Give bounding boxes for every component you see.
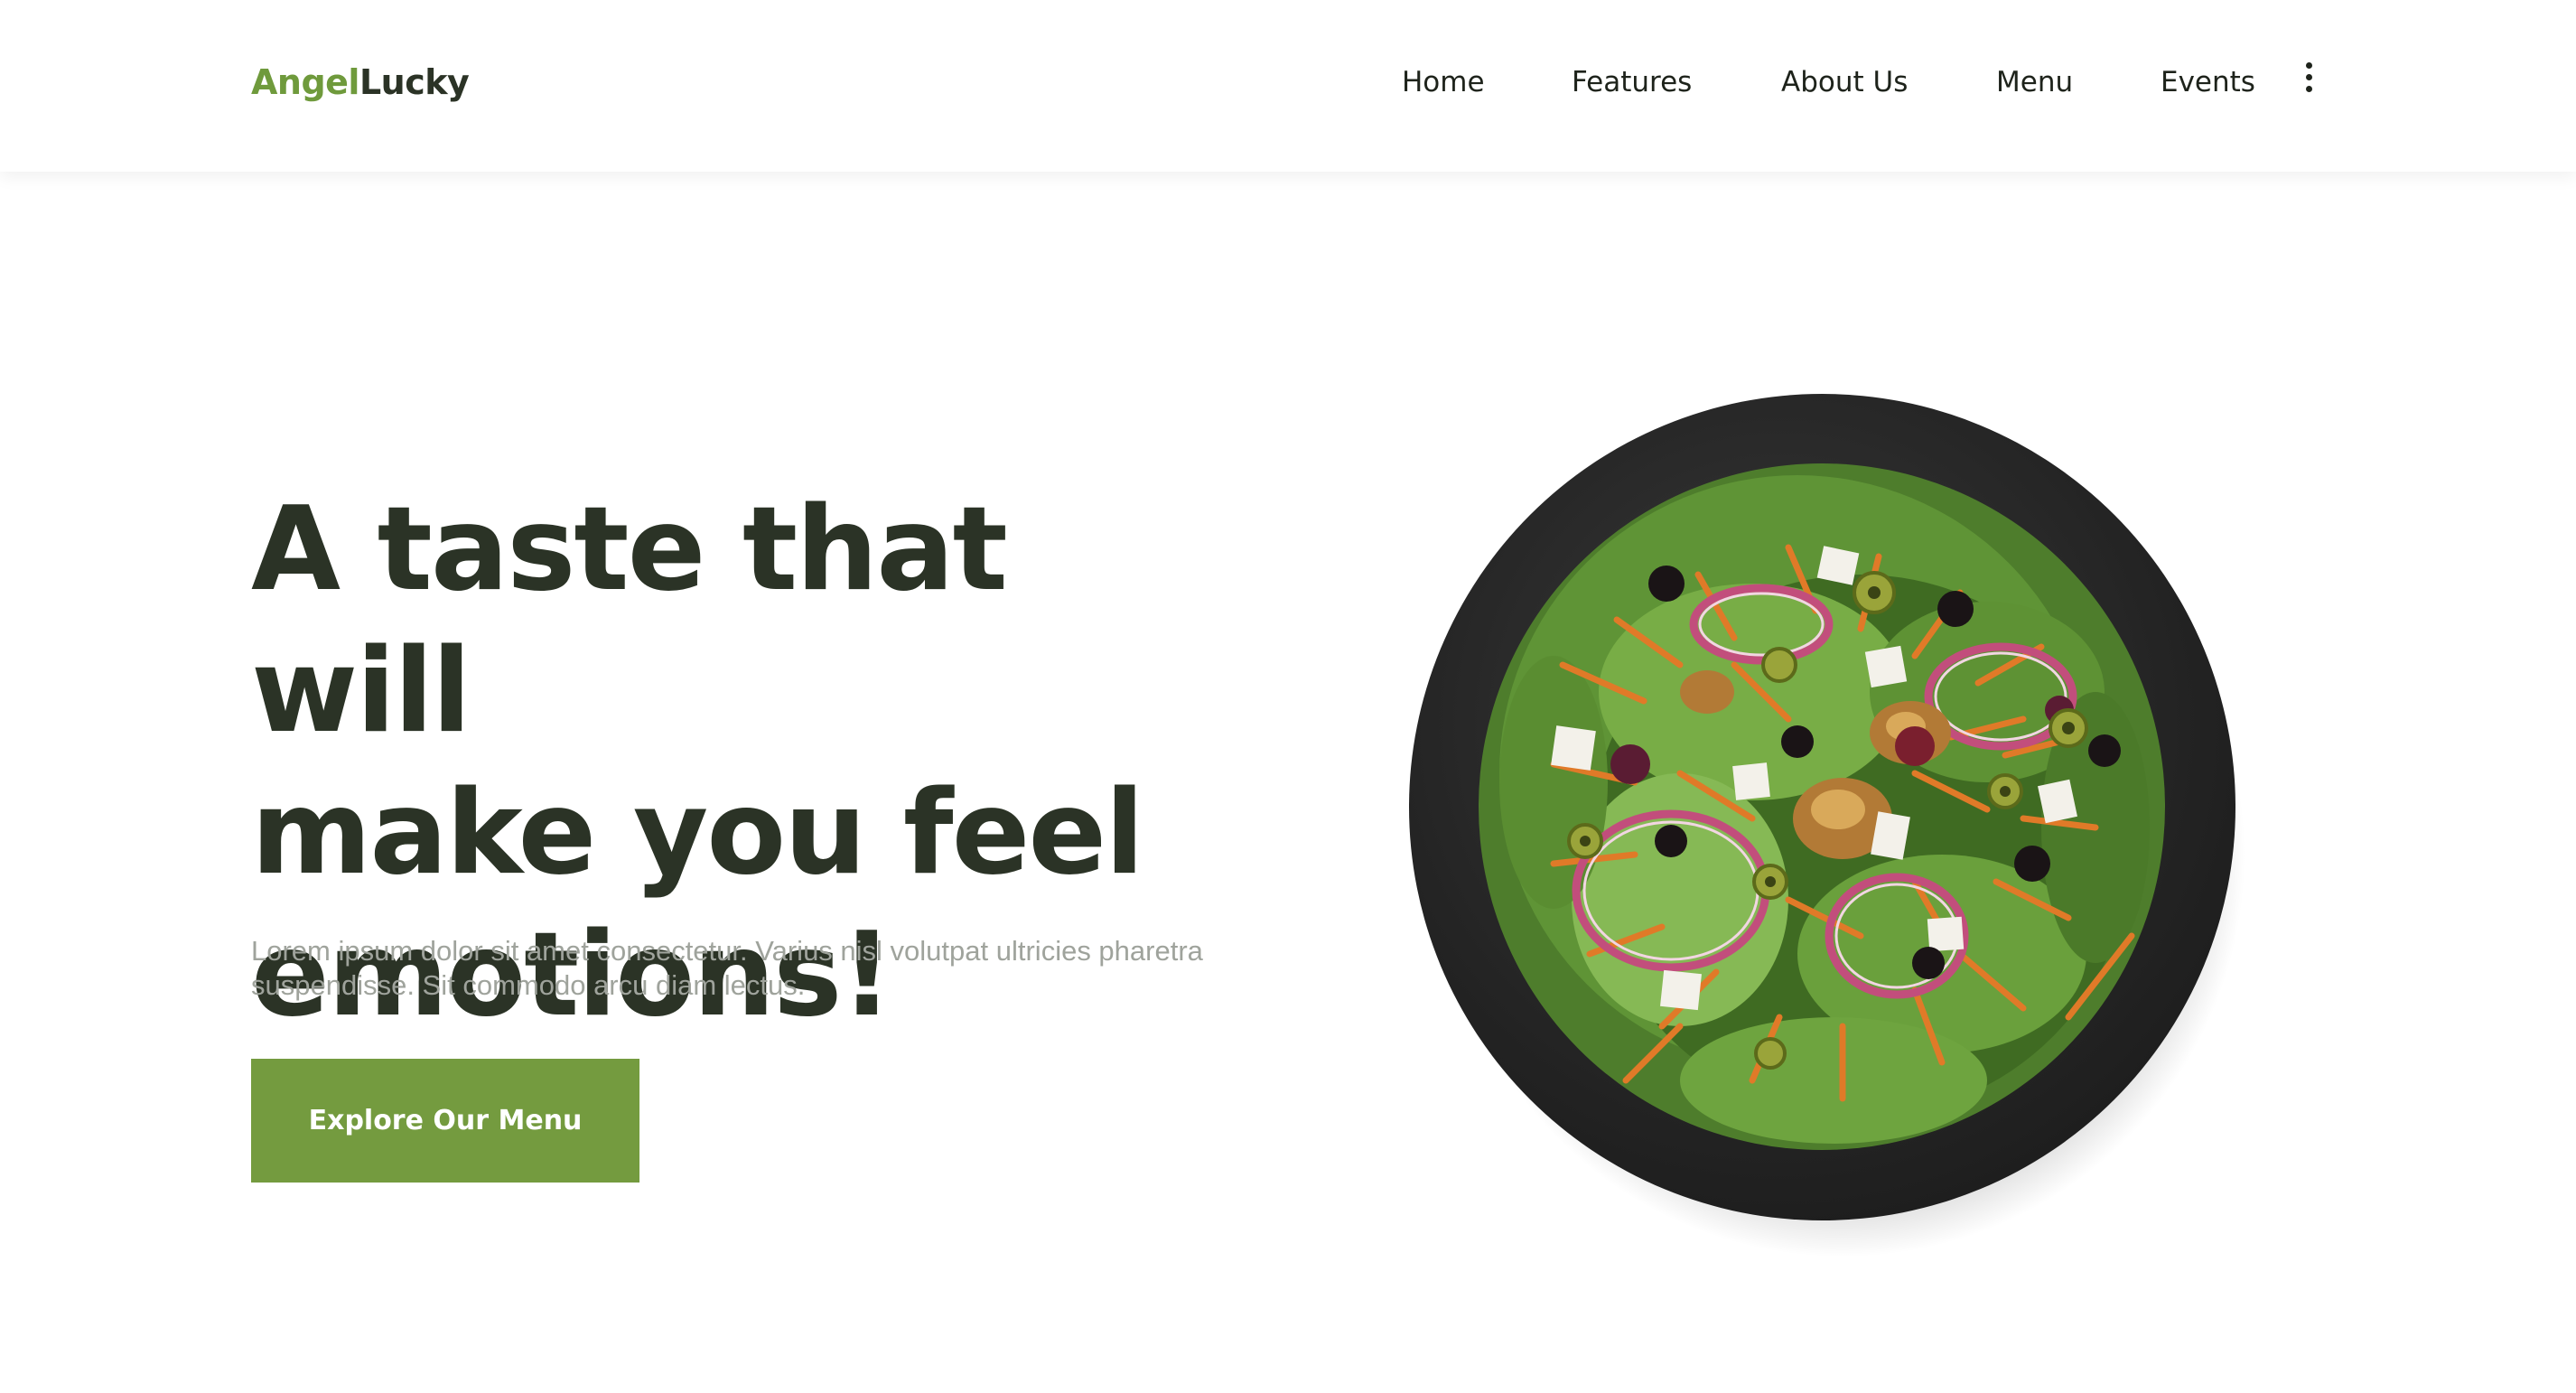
kebab-menu-icon[interactable] — [2301, 61, 2316, 96]
main-nav: Home Features About Us Menu Events — [0, 61, 2576, 103]
hero-title-line-1: A taste that will — [251, 482, 1008, 759]
salad-illustration — [1479, 463, 2165, 1150]
nav-home[interactable]: Home — [1402, 61, 1485, 103]
kebab-dot — [2306, 86, 2312, 92]
nav-menu[interactable]: Menu — [1996, 61, 2073, 103]
site-header: AngelLucky Home Features About Us Menu E… — [0, 0, 2576, 172]
plate — [1409, 394, 2235, 1220]
nav-features[interactable]: Features — [1572, 61, 1692, 103]
hero-title-line-2: make you feel — [251, 766, 1144, 901]
hero-description: Lorem ipsum dolor sit amet consectetur. … — [251, 935, 1203, 1001]
kebab-dot — [2306, 74, 2312, 80]
salad-plate-image — [1409, 394, 2249, 1261]
explore-menu-button[interactable]: Explore Our Menu — [251, 1059, 639, 1183]
nav-events[interactable]: Events — [2161, 61, 2255, 103]
kebab-dot — [2306, 62, 2312, 69]
nav-about-us[interactable]: About Us — [1781, 61, 1908, 103]
